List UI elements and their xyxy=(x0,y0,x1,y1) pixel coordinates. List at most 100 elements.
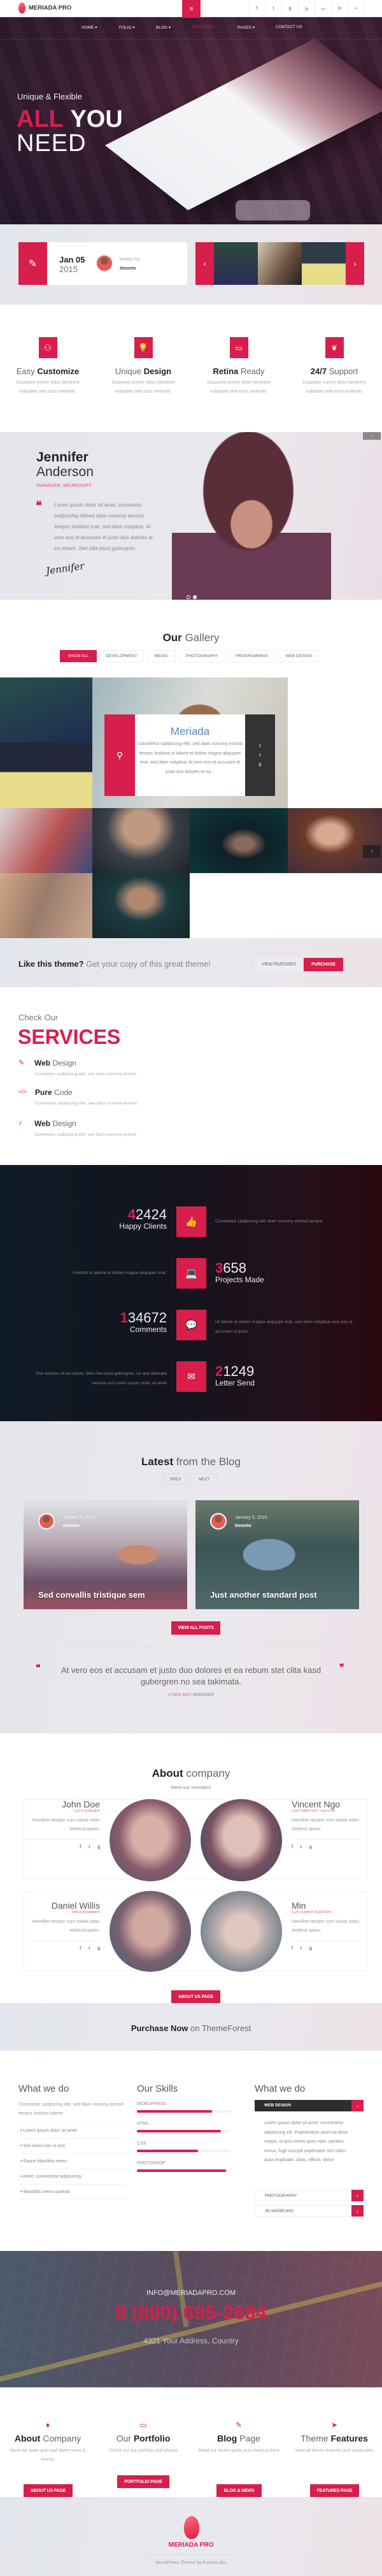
nav-pages[interactable]: PAGES ▾ xyxy=(237,25,255,30)
slider-dot-active[interactable] xyxy=(193,595,197,599)
filter-photography[interactable]: PHOTOGRAPHY xyxy=(178,650,225,662)
features-page-button[interactable]: FEATURES PAGE xyxy=(310,2484,359,2497)
about-us-page-button[interactable]: ABOUT US PAGE xyxy=(171,1990,220,2003)
purchase-button[interactable]: PURCHASE xyxy=(304,958,343,971)
blog-post-card[interactable]: January 5, 2015 timonto Just another sta… xyxy=(195,1500,359,1609)
magnifier-icon[interactable]: ⚲ xyxy=(104,714,135,796)
blog-prev-button[interactable]: PREV xyxy=(163,1473,188,1485)
gallery-image[interactable] xyxy=(0,742,92,808)
scroll-top-button[interactable]: ↑ xyxy=(363,432,381,440)
accordion-item-photography[interactable]: PHOTOGRAPHY › xyxy=(255,2190,364,2201)
gallery-image[interactable] xyxy=(92,808,190,873)
twitter-icon[interactable]: t xyxy=(301,1845,302,1849)
facebook-icon[interactable]: f xyxy=(245,742,275,751)
post-title[interactable]: Sed convallis tristique sem xyxy=(38,1590,145,1600)
blog-post-card[interactable]: January 5, 2015 timonto Sed convallis tr… xyxy=(24,1500,187,1609)
google-plus-icon[interactable]: g xyxy=(281,0,298,17)
widget-title: What we do xyxy=(18,2083,69,2094)
accordion-item-3d-modeling[interactable]: 3D MODELING › xyxy=(255,2205,364,2217)
footer-brand: MERIADA PRO xyxy=(168,2542,214,2549)
carousel-thumb[interactable] xyxy=(214,242,258,285)
blog-news-button[interactable]: BLOG & NEWS xyxy=(216,2484,262,2497)
facebook-icon[interactable]: f xyxy=(80,1946,81,1951)
logo-text: MERIADA PRO xyxy=(29,4,72,11)
gallery-image[interactable] xyxy=(92,873,190,938)
carousel-thumb[interactable] xyxy=(258,242,302,285)
nav-folio[interactable]: FOLIO ▾ xyxy=(119,25,135,30)
gallery-image-featured[interactable]: ⚲ Meriada Consetetur sadipscing elitr, s… xyxy=(92,677,288,808)
facebook-icon[interactable]: f xyxy=(80,1845,81,1849)
member-role: COPYWRITER - EDITOR xyxy=(292,1809,336,1813)
carousel-prev-button[interactable]: ‹ xyxy=(195,242,214,285)
post-author: timonto xyxy=(63,1524,80,1528)
twitter-icon[interactable]: t xyxy=(301,1946,302,1951)
nav-home[interactable]: HOME ▾ xyxy=(81,25,97,30)
feature-text: Duiautem eumre dolor hendrerit vulputate… xyxy=(302,380,366,394)
list-item[interactable]: • Blanditiis nemo quaerat xyxy=(18,2184,127,2199)
facebook-icon[interactable]: f xyxy=(292,1845,293,1849)
twitter-icon[interactable]: t xyxy=(245,751,275,760)
scroll-top-button[interactable]: ↑ xyxy=(363,845,381,858)
youtube-icon[interactable]: ▭ xyxy=(315,0,331,17)
google-plus-icon[interactable]: g xyxy=(97,1845,100,1849)
about-title: About company xyxy=(152,1767,230,1779)
contact-email[interactable]: INFO@MERIADAPRO.COM xyxy=(0,2289,382,2297)
hero-title-light: NEED xyxy=(17,130,87,157)
skill-label: HTML xyxy=(137,2122,150,2126)
skill-fill xyxy=(137,2130,222,2132)
gallery-image[interactable]: ↑ xyxy=(288,808,382,873)
purchase-text[interactable]: Purchase Now on ThemeForest xyxy=(0,2023,382,2033)
list-item[interactable]: • Eaque blanditiis nemo xyxy=(18,2153,127,2169)
gallery-image[interactable] xyxy=(190,808,288,873)
stats-section: 42424 Happy Clients 👍 Consetetur sadipsc… xyxy=(0,1165,382,1421)
google-plus-icon[interactable]: g xyxy=(97,1946,100,1951)
twitter-icon[interactable]: t xyxy=(88,1946,90,1951)
about-us-page-button[interactable]: ABOUT US PAGE xyxy=(24,2484,73,2497)
facebook-icon[interactable]: f xyxy=(292,1946,293,1951)
nav-blog[interactable]: BLOG ▾ xyxy=(156,25,171,30)
twitter-icon[interactable]: t xyxy=(265,0,281,17)
logo[interactable]: MERIADA PRO xyxy=(18,3,71,13)
gallery-image[interactable] xyxy=(0,808,92,873)
blog-next-button[interactable]: NEXT xyxy=(191,1473,217,1485)
contact-phone[interactable]: 8 (800) 695-2684 xyxy=(0,2301,382,2324)
filter-media[interactable]: MEDIA xyxy=(146,650,176,662)
latest-post-card[interactable]: ✎ Jan 05 2015 Written by: timonto xyxy=(18,242,187,285)
google-plus-icon[interactable]: g xyxy=(309,1946,312,1951)
menu-toggle-button[interactable]: ≡ xyxy=(182,0,201,18)
accordion-open-header[interactable]: WEB DESIGN ⌄ xyxy=(255,2100,364,2111)
feature-item: ❦ 24/7 Support Duiautem eumre dolor hend… xyxy=(286,337,382,396)
view-features-button[interactable]: VIEW FEATURES xyxy=(255,958,302,971)
carousel-next-button[interactable]: › xyxy=(346,242,364,285)
nav-contact-us[interactable]: CONTACT US xyxy=(276,25,302,29)
post-author[interactable]: timonto xyxy=(120,266,136,271)
nav-features[interactable]: FEATURES xyxy=(192,25,214,29)
portfolio-page-button[interactable]: PORTFOLIO PAGE xyxy=(117,2475,169,2488)
author-avatar xyxy=(96,254,113,272)
dribbble-icon[interactable]: ◎ xyxy=(298,0,315,17)
slider-dot[interactable] xyxy=(187,595,190,599)
facebook-icon[interactable]: f xyxy=(248,0,265,17)
view-all-posts-button[interactable]: VIEW ALL POSTS xyxy=(171,1621,220,1635)
filter-web-design[interactable]: WEB DESIGN xyxy=(278,650,319,662)
pencil-icon: ✎ xyxy=(18,242,47,285)
carousel-thumb[interactable] xyxy=(302,242,346,285)
twitter-icon[interactable]: t xyxy=(88,1845,90,1849)
google-plus-icon[interactable]: g xyxy=(309,1845,312,1849)
gallery-image[interactable] xyxy=(0,873,92,938)
list-item[interactable]: • Lorem ipsum dolor sit amet xyxy=(18,2123,127,2138)
rss-icon[interactable]: ≈ xyxy=(348,0,364,17)
filter-development[interactable]: DEVELOPMENT xyxy=(99,650,144,662)
list-item[interactable]: • Amet, consectetur adipisicing xyxy=(18,2169,127,2184)
google-plus-icon[interactable]: g xyxy=(245,760,275,769)
filter-programming[interactable]: PROGRAMMING xyxy=(228,650,276,662)
linkedin-icon[interactable]: in xyxy=(331,0,348,17)
gallery-image[interactable] xyxy=(0,677,92,742)
quote-author: LYNDA MAY, MANAGER xyxy=(168,1693,214,1697)
skills-list: WORDPRESS HTML CSS PHOTOSHOP xyxy=(137,2102,245,2181)
service-text: Consetetur sadipscing elitr, sed diam no… xyxy=(35,1101,137,1106)
post-title[interactable]: Just another standard post xyxy=(210,1590,317,1600)
quote-text: At vero eos et accusam et justo duo dolo… xyxy=(60,1665,322,1686)
filter-show-all[interactable]: SHOW ALL xyxy=(60,650,97,662)
list-item[interactable]: • Sint animi non ut sed xyxy=(18,2138,127,2153)
